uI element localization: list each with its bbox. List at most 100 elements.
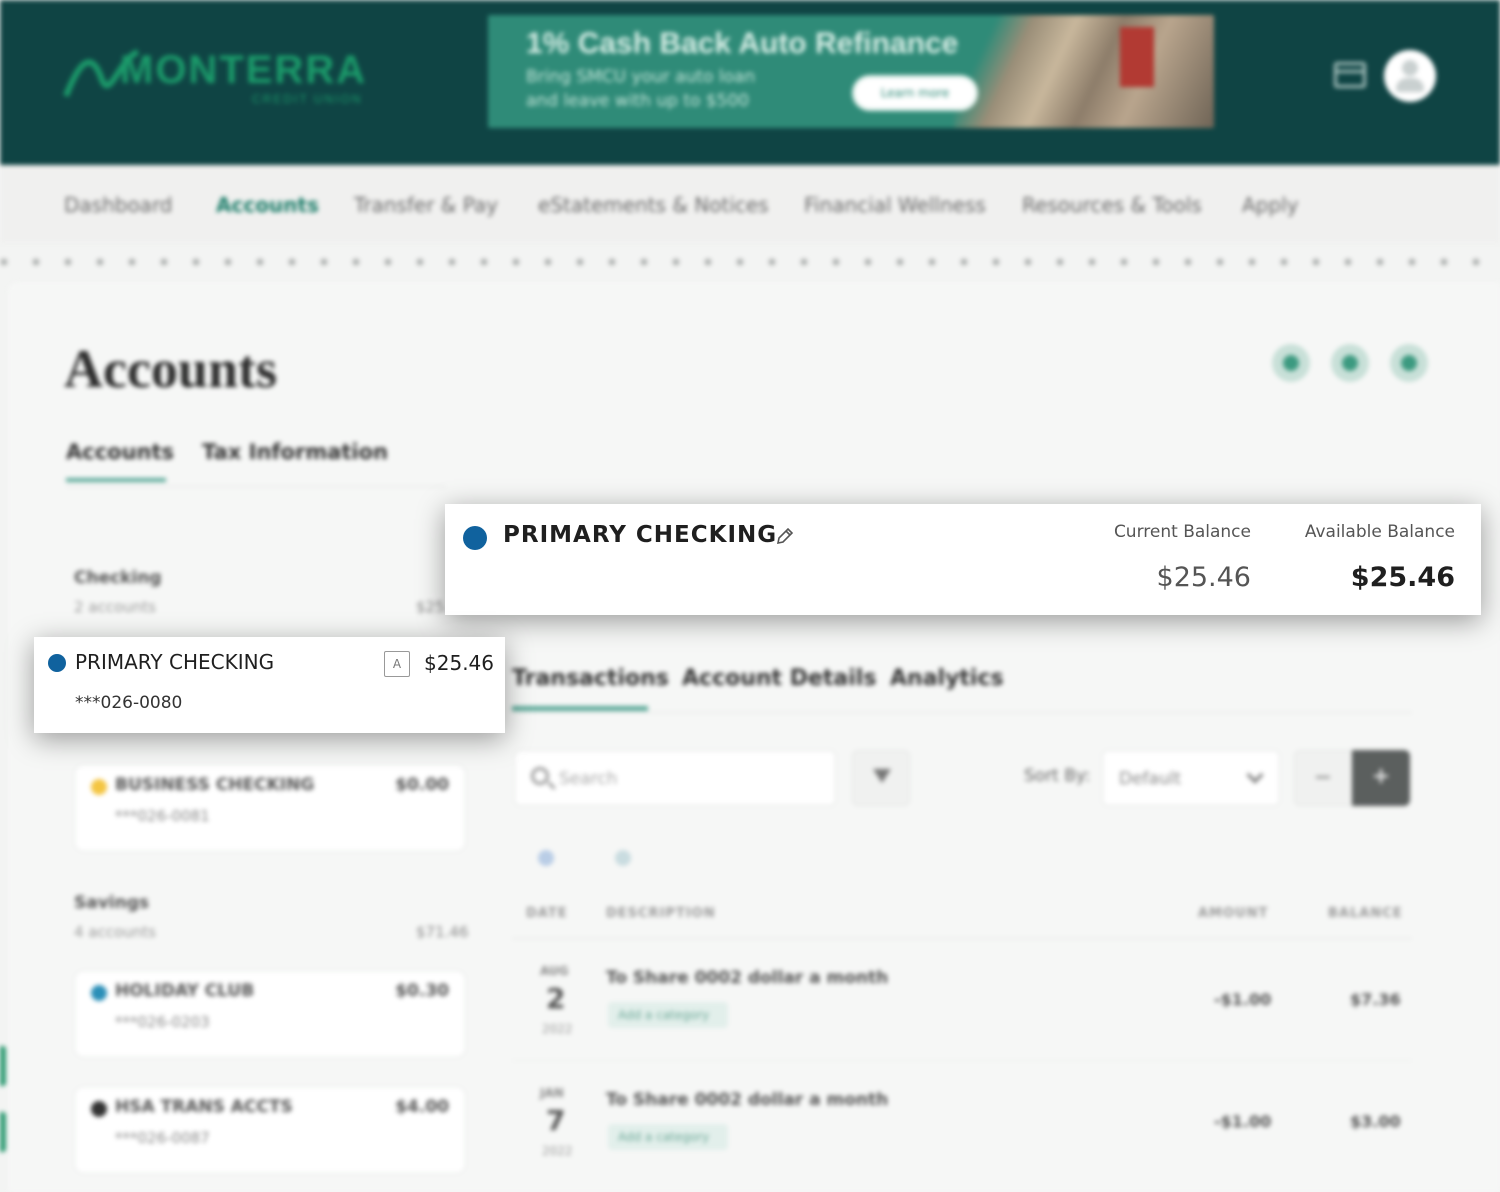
account-color-dot: [48, 654, 66, 672]
promo-learn-more-button[interactable]: Learn more: [852, 75, 978, 111]
tab-divider: [512, 712, 1412, 713]
transaction-month: AUG: [540, 964, 569, 978]
account-color-dot: [91, 985, 107, 1001]
account-card-business-checking[interactable]: BUSINESS CHECKING ***026-0081 $0.00: [74, 764, 466, 852]
logo-name: MONTERRA: [120, 48, 368, 92]
tab-transactions[interactable]: Transactions: [512, 666, 669, 691]
column-header-amount: AMOUNT: [1198, 906, 1269, 921]
transaction-description: To Share 0002 dollar a month: [606, 968, 889, 988]
chevron-down-icon: [1246, 766, 1264, 784]
account-badge: A: [384, 651, 410, 677]
feedback-tab[interactable]: [0, 1046, 6, 1086]
legend-dot-posted[interactable]: [615, 850, 631, 866]
search-icon: [531, 767, 549, 785]
account-number: ***026-0081: [115, 807, 210, 825]
settings-icon[interactable]: [1272, 344, 1310, 382]
account-name: BUSINESS CHECKING: [115, 775, 315, 795]
minus-icon: −: [1313, 765, 1333, 790]
main-nav: Dashboard Accounts Transfer & Pay eState…: [0, 165, 1500, 243]
nav-dashboard[interactable]: Dashboard: [64, 193, 173, 217]
available-balance-label: Available Balance: [1304, 522, 1455, 542]
nav-resources-tools[interactable]: Resources & Tools: [1022, 193, 1202, 217]
collapse-button[interactable]: −: [1294, 750, 1352, 806]
account-color-dot: [91, 779, 107, 795]
column-header-description: DESCRIPTION: [606, 906, 716, 921]
transaction-day: 7: [546, 1104, 566, 1137]
account-title: PRIMARY CHECKING: [503, 522, 778, 548]
chat-tab[interactable]: [0, 1112, 6, 1152]
account-color-dot: [91, 1101, 107, 1117]
print-icon[interactable]: [1331, 344, 1369, 382]
current-balance-value: $25.46: [1156, 562, 1251, 593]
promo-photo-accent: [1120, 27, 1154, 87]
nav-transfer-pay[interactable]: Transfer & Pay: [354, 193, 498, 217]
subtab-active-underline: [66, 478, 166, 482]
account-name: HSA TRANS ACCTS: [115, 1097, 293, 1117]
top-header: MONTERRA CREDIT UNION 1% Cash Back Auto …: [0, 0, 1500, 165]
avatar[interactable]: [1384, 50, 1436, 102]
table-header-divider: [512, 938, 1412, 939]
account-amount: $4.00: [395, 1097, 449, 1117]
transaction-balance: $3.00: [1350, 1112, 1401, 1131]
filter-button[interactable]: [852, 750, 910, 806]
subtab-accounts[interactable]: Accounts: [66, 440, 174, 464]
plus-icon: +: [1371, 764, 1391, 789]
add-category-chip[interactable]: Add a category: [608, 1124, 728, 1150]
sort-value: Default: [1119, 769, 1182, 789]
account-card-holiday-club[interactable]: HOLIDAY CLUB ***026-0203 $0.30: [74, 970, 466, 1058]
dotted-divider: [0, 256, 1500, 268]
nav-accounts[interactable]: Accounts: [216, 193, 319, 217]
transaction-year: 2022: [542, 1144, 573, 1158]
column-header-balance: BALANCE: [1328, 906, 1403, 921]
sort-select[interactable]: Default: [1102, 750, 1280, 806]
page-title: Accounts: [64, 339, 277, 399]
tab-analytics[interactable]: Analytics: [890, 666, 1004, 691]
add-category-chip[interactable]: Add a category: [608, 1002, 728, 1028]
nav-estatements[interactable]: eStatements & Notices: [538, 193, 769, 217]
transaction-amount: -$1.00: [1214, 1112, 1272, 1131]
promo-text-line-2: and leave with up to $500: [526, 91, 750, 111]
subtab-divider: [66, 486, 446, 487]
transaction-description: To Share 0002 dollar a month: [606, 1090, 889, 1110]
account-amount: $0.00: [395, 775, 449, 795]
account-amount: $25.46: [424, 651, 494, 675]
group-savings-label: Savings: [74, 893, 150, 913]
search-placeholder: Search: [559, 769, 618, 789]
account-card-primary-checking[interactable]: PRIMARY CHECKING A $25.46 ***026-0080: [34, 637, 505, 733]
expand-button[interactable]: +: [1352, 750, 1410, 806]
account-number: ***026-0087: [115, 1129, 210, 1147]
help-icon[interactable]: [1390, 344, 1428, 382]
account-color-dot: [463, 526, 487, 550]
legend-dot-pending[interactable]: [538, 850, 554, 866]
promo-banner[interactable]: 1% Cash Back Auto Refinance Bring SMCU y…: [488, 15, 1214, 128]
group-checking-label: Checking: [74, 568, 162, 588]
nav-financial-wellness[interactable]: Financial Wellness: [804, 193, 986, 217]
account-card-hsa[interactable]: HSA TRANS ACCTS ***026-0087 $4.00: [74, 1086, 466, 1174]
row-divider: [512, 1060, 1412, 1061]
account-name: PRIMARY CHECKING: [75, 650, 275, 674]
promo-title: 1% Cash Back Auto Refinance: [526, 27, 959, 60]
account-number: ***026-0203: [115, 1013, 210, 1031]
transaction-day: 2: [546, 982, 566, 1015]
transaction-year: 2022: [542, 1022, 573, 1036]
group-savings-count: 4 accounts: [74, 923, 156, 941]
search-input[interactable]: Search: [514, 750, 836, 806]
account-amount: $0.30: [395, 981, 449, 1001]
mail-icon[interactable]: [1334, 62, 1366, 88]
account-number: ***026-0080: [75, 693, 183, 713]
tab-account-details[interactable]: Account Details: [682, 666, 876, 691]
transaction-balance: $7.36: [1350, 990, 1401, 1009]
available-balance-value: $25.46: [1350, 562, 1455, 593]
subtab-tax-information[interactable]: Tax Information: [202, 440, 388, 464]
account-name: HOLIDAY CLUB: [115, 981, 255, 1001]
current-balance-label: Current Balance: [1113, 522, 1251, 542]
pencil-icon[interactable]: [775, 526, 795, 550]
promo-photo: [954, 15, 1214, 128]
account-header-callout: PRIMARY CHECKING Current Balance Availab…: [445, 504, 1481, 615]
logo[interactable]: MONTERRA CREDIT UNION: [62, 40, 382, 110]
sort-label: Sort By:: [1024, 766, 1091, 786]
group-savings-total: $71.46: [416, 923, 469, 941]
group-checking-count: 2 accounts: [74, 598, 156, 616]
column-header-date: DATE: [526, 906, 568, 921]
nav-apply[interactable]: Apply: [1242, 193, 1298, 217]
